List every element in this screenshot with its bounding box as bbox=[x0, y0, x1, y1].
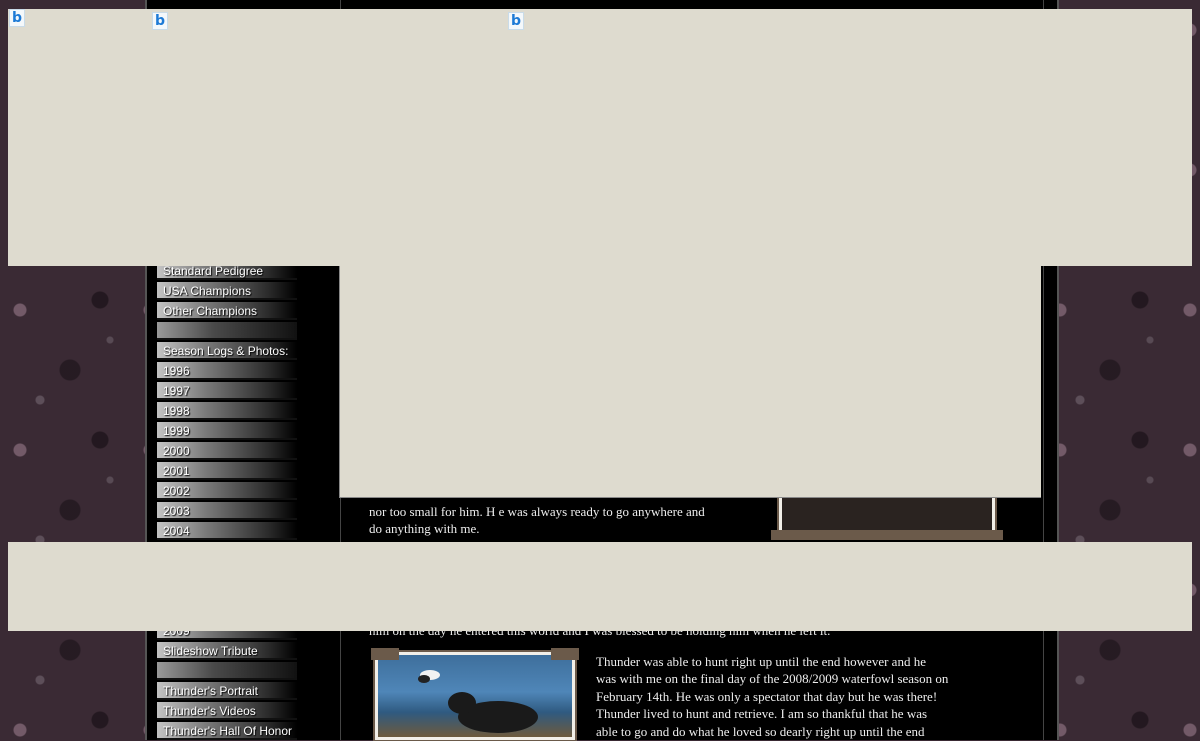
dog-silhouette-icon bbox=[418, 670, 538, 733]
paragraph-line: was with me on the final day of the 2008… bbox=[596, 671, 949, 686]
nav-item-thunders-hall-of-honor[interactable]: Thunder's Hall Of Honor bbox=[157, 722, 297, 740]
ad-banner-top[interactable] bbox=[8, 9, 1192, 266]
nav-spacer bbox=[157, 322, 297, 340]
nav-item-2000[interactable]: 2000 bbox=[157, 442, 297, 460]
nav-item-2003[interactable]: 2003 bbox=[157, 502, 297, 520]
photo-frame-base bbox=[771, 530, 1003, 540]
bing-b-icon[interactable]: b bbox=[152, 12, 168, 30]
nav-item-thunders-videos[interactable]: Thunder's Videos bbox=[157, 702, 297, 720]
paragraph-line: nor too small for him. H e was always re… bbox=[369, 504, 705, 519]
nav-item-1999[interactable]: 1999 bbox=[157, 422, 297, 440]
nav-item-1997[interactable]: 1997 bbox=[157, 382, 297, 400]
paragraph-line: do anything with me. bbox=[369, 521, 480, 536]
nav-item-1996[interactable]: 1996 bbox=[157, 362, 297, 380]
paragraph-line: Thunder lived to hunt and retrieve. I am… bbox=[596, 706, 928, 721]
ad-banner-middle[interactable] bbox=[8, 542, 1192, 631]
nav-spacer bbox=[157, 662, 297, 680]
nav-item-other-champions[interactable]: Other Champions bbox=[157, 302, 297, 320]
nav-item-2004[interactable]: 2004 bbox=[157, 522, 297, 540]
nav-item-slideshow-tribute[interactable]: Slideshow Tribute bbox=[157, 642, 297, 660]
ad-content-block[interactable] bbox=[339, 266, 1041, 498]
bing-b-icon[interactable]: b bbox=[508, 12, 524, 30]
nav-item-thunders-portrait[interactable]: Thunder's Portrait bbox=[157, 682, 297, 700]
bing-b-icon[interactable]: b bbox=[9, 9, 25, 27]
photo-corner bbox=[551, 648, 579, 660]
paragraph-line: Thunder was able to hunt right up until … bbox=[596, 654, 926, 669]
nav-item-usa-champions[interactable]: USA Champions bbox=[157, 282, 297, 300]
nav-item-2001[interactable]: 2001 bbox=[157, 462, 297, 480]
nav-item-2002[interactable]: 2002 bbox=[157, 482, 297, 500]
nav-item-1998[interactable]: 1998 bbox=[157, 402, 297, 420]
photo-corner bbox=[371, 648, 399, 660]
photo-dog-retrieving bbox=[375, 652, 575, 740]
paragraph-line: February 14th. He was only a spectator t… bbox=[596, 689, 938, 704]
paragraph-line: able to go and do what he loved so dearl… bbox=[596, 724, 925, 739]
nav-heading-season-logs: Season Logs & Photos: bbox=[157, 342, 297, 360]
